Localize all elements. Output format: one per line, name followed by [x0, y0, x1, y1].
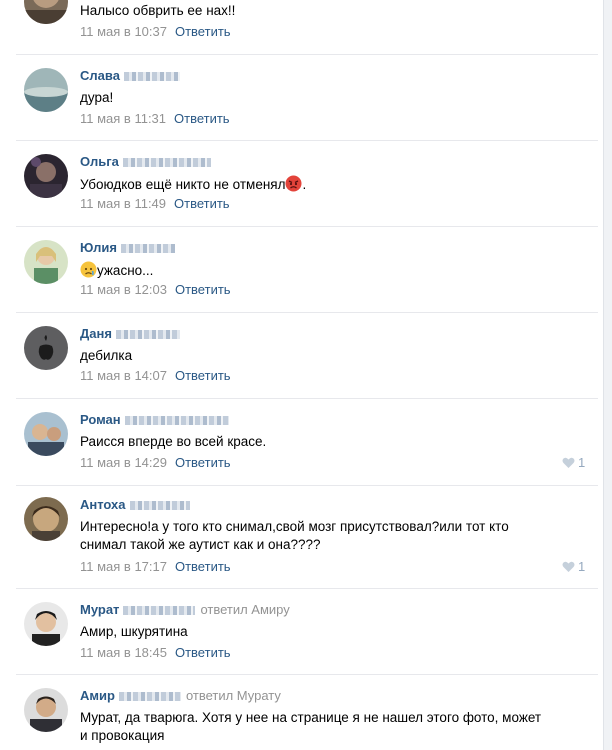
author-line: Ольга	[80, 154, 211, 170]
comment-text-body: ужасно...	[97, 263, 154, 278]
comment-text: Интересно!а у того кто снимал,свой мозг …	[80, 518, 590, 554]
like-button[interactable]: 1	[562, 455, 585, 472]
replied-to[interactable]: ответил Мурату	[186, 688, 281, 703]
like-count: 1	[578, 455, 586, 470]
comment-meta: 11 мая в 11:49 Ответить	[80, 196, 230, 212]
author-name[interactable]: Роман	[80, 412, 121, 427]
author-line: Роман	[80, 412, 229, 428]
reply-button[interactable]: Ответить	[175, 455, 231, 470]
reply-button[interactable]: Ответить	[174, 111, 230, 126]
comment-text: дебилка	[80, 348, 133, 363]
comment-meta: 11 мая в 14:29 Ответить	[80, 455, 231, 471]
replied-to[interactable]: ответил Амиру	[200, 602, 289, 617]
separator	[16, 226, 598, 227]
comment-date[interactable]: 11 мая в 11:31	[80, 111, 166, 126]
like-button[interactable]: 1	[562, 559, 585, 576]
sad-face-icon	[80, 261, 97, 283]
avatar[interactable]	[24, 602, 68, 646]
comment-date[interactable]: 11 мая в 18:45	[80, 645, 167, 660]
redacted-surname	[122, 158, 211, 168]
comment-text-line: снимал такой же аутист как и она????	[80, 537, 321, 552]
separator	[16, 54, 598, 55]
author-name[interactable]: Антоха	[80, 497, 126, 512]
redacted-surname	[129, 501, 190, 511]
author-name[interactable]: Слава	[80, 68, 120, 83]
separator	[16, 312, 598, 313]
comment-text: ужасно...	[80, 261, 590, 283]
avatar[interactable]	[24, 326, 68, 370]
comment-text: Мурат, да тварюга. Хотя у нее на страниц…	[80, 709, 590, 745]
comment-date[interactable]: 11 мая в 14:07	[80, 368, 167, 383]
separator	[16, 674, 598, 675]
comment-date[interactable]: 11 мая в 14:29	[80, 455, 167, 470]
angry-face-icon	[285, 175, 302, 197]
author-name[interactable]: Амир	[80, 688, 115, 703]
comment-text-line: и провокация	[80, 728, 165, 743]
separator	[16, 140, 598, 141]
reply-button[interactable]: Ответить	[175, 368, 231, 383]
comment-text: Раисся вперде во всей красе.	[80, 434, 267, 449]
author-line: Мурат ответил Амиру	[80, 602, 290, 618]
reply-button[interactable]: Ответить	[174, 196, 230, 211]
author-line: Амир ответил Мурату	[80, 688, 281, 704]
comment-meta: 11 мая в 17:17 Ответить	[80, 559, 231, 575]
separator	[16, 588, 598, 589]
author-name[interactable]: Даня	[80, 326, 112, 341]
comment-date[interactable]: 11 мая в 12:03	[80, 282, 167, 297]
like-count: 1	[578, 559, 586, 574]
reply-button[interactable]: Ответить	[175, 559, 231, 574]
comment-text: Убоюдков ещё никто не отменял.	[80, 175, 590, 197]
reply-button[interactable]: Ответить	[175, 645, 231, 660]
comment-text: дура!	[80, 90, 114, 105]
scrollbar-track[interactable]	[603, 0, 612, 750]
reply-button[interactable]: Ответить	[175, 24, 231, 39]
redacted-surname	[115, 330, 180, 340]
heart-icon	[562, 457, 575, 472]
avatar[interactable]	[24, 68, 68, 112]
comment-date[interactable]: 11 мая в 17:17	[80, 559, 167, 574]
redacted-surname	[124, 416, 229, 426]
reply-button[interactable]: Ответить	[175, 282, 231, 297]
author-name[interactable]: Юлия	[80, 240, 117, 255]
comment-meta: 11 мая в 11:31 Ответить	[80, 111, 230, 127]
avatar[interactable]	[24, 412, 68, 456]
avatar[interactable]	[24, 0, 68, 24]
avatar[interactable]	[24, 240, 68, 284]
comment-text-line: Мурат, да тварюга. Хотя у нее на страниц…	[80, 710, 542, 725]
comment-text-suffix: .	[302, 177, 307, 192]
comment-meta: 11 мая в 14:07 Ответить	[80, 368, 231, 384]
author-line: Антоха	[80, 497, 190, 513]
avatar[interactable]	[24, 497, 68, 541]
comment-date[interactable]: 11 мая в 11:49	[80, 196, 166, 211]
author-name[interactable]: Мурат	[80, 602, 119, 617]
redacted-surname	[118, 692, 181, 702]
avatar[interactable]	[24, 154, 68, 198]
author-line: Юлия	[80, 240, 175, 256]
comment-date[interactable]: 11 мая в 10:37	[80, 24, 167, 39]
comment-text: Амир, шкурятина	[80, 624, 188, 639]
author-line: Даня	[80, 326, 180, 342]
comment-meta: 11 мая в 18:45 Ответить	[80, 645, 231, 661]
author-line: Слава	[80, 68, 180, 84]
avatar[interactable]	[24, 688, 68, 732]
comment-text-line: Интересно!а у того кто снимал,свой мозг …	[80, 519, 509, 534]
separator	[16, 485, 598, 486]
comment-meta: 11 мая в 12:03 Ответить	[80, 282, 231, 298]
redacted-surname	[123, 72, 180, 82]
comment-text: Налысо обврить ее нах!!	[80, 3, 236, 18]
author-name[interactable]: Ольга	[80, 154, 119, 169]
comment-text-body: Убоюдков ещё никто не отменял	[80, 177, 286, 192]
redacted-surname	[123, 606, 196, 616]
comment-meta: 11 мая в 10:37 Ответить	[80, 24, 231, 40]
separator	[16, 398, 598, 399]
heart-icon	[562, 561, 575, 576]
redacted-surname	[120, 244, 175, 254]
